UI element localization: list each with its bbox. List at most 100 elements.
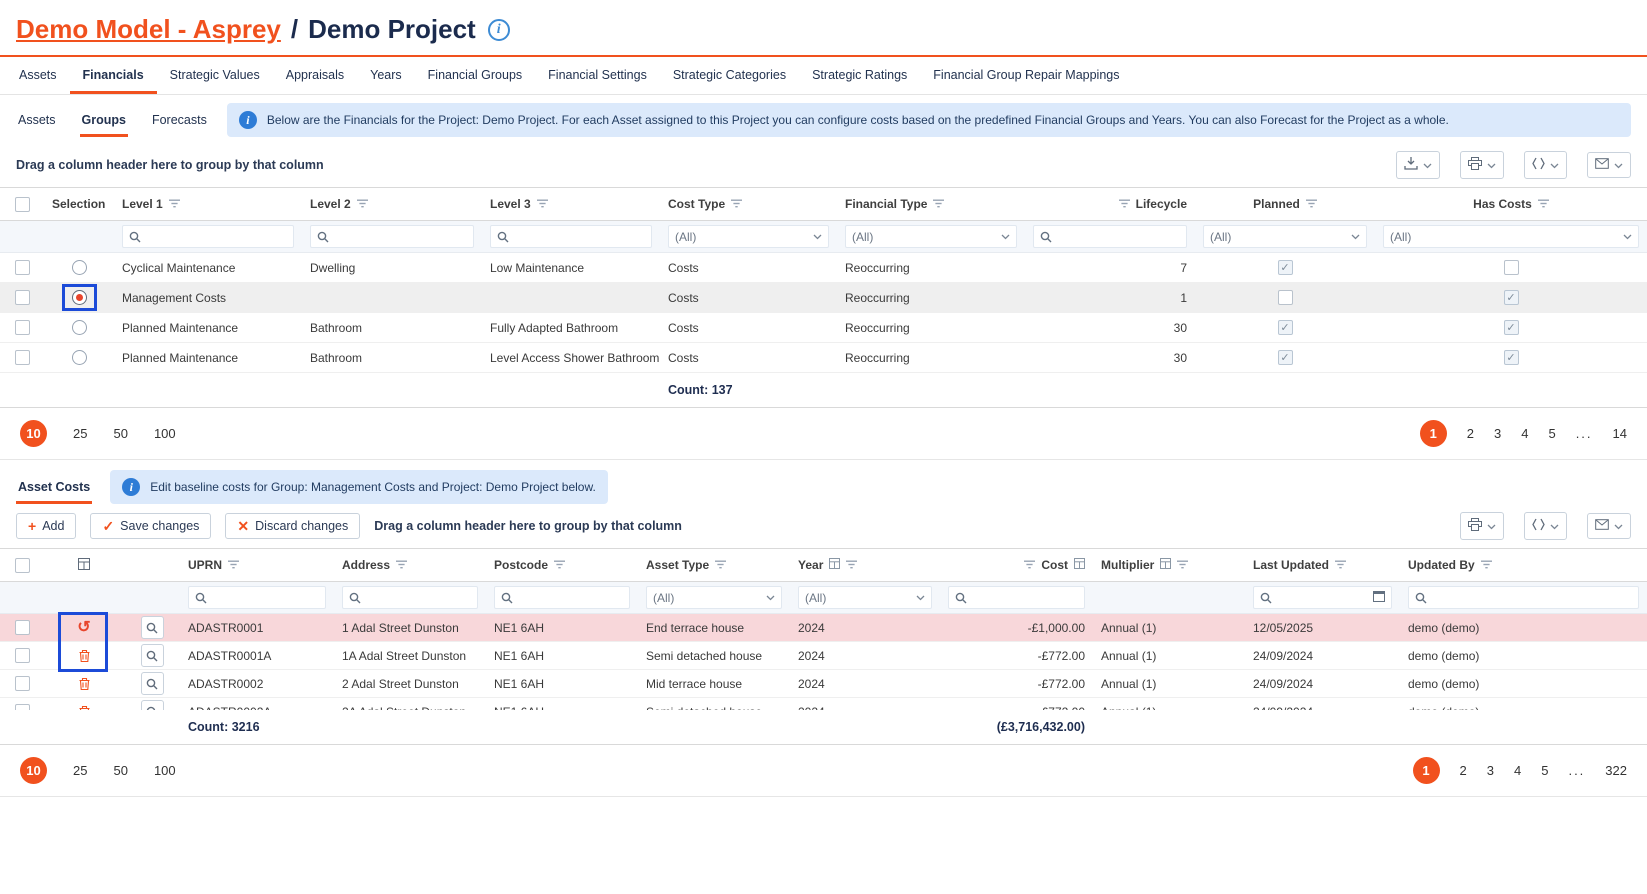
subtab-forecasts[interactable]: Forecasts <box>150 104 209 137</box>
filter-icon[interactable] <box>846 558 857 572</box>
tab-appraisals[interactable]: Appraisals <box>273 57 357 94</box>
asset-costs-row[interactable]: ↺ ADASTR0001 1 Adal Street Dunston NE1 6… <box>0 614 1647 642</box>
planned-filter-select[interactable]: (All) <box>1203 225 1367 248</box>
updated-by-filter-input[interactable] <box>1408 586 1639 609</box>
col-address[interactable]: Address <box>334 558 486 572</box>
tab-assets[interactable]: Assets <box>6 57 70 94</box>
tab-years[interactable]: Years <box>357 57 415 94</box>
cell-multiplier[interactable]: Annual (1) <box>1093 621 1245 635</box>
add-button[interactable]: + Add <box>16 513 76 539</box>
filter-icon[interactable] <box>731 197 742 211</box>
filter-icon[interactable] <box>396 558 407 572</box>
lifecycle-filter-input[interactable] <box>1033 225 1187 248</box>
undo-icon[interactable]: ↺ <box>77 620 90 636</box>
cell-cost[interactable]: -£772.00 <box>940 705 1093 711</box>
filter-icon[interactable] <box>1024 558 1035 572</box>
col-multiplier[interactable]: Multiplier <box>1093 558 1245 572</box>
export-button[interactable] <box>1396 151 1440 179</box>
view-asset-button[interactable] <box>141 672 164 695</box>
level2-filter-input[interactable] <box>310 225 474 248</box>
page-2[interactable]: 2 <box>1460 763 1467 778</box>
tab-financials[interactable]: Financials <box>70 57 157 94</box>
asset-type-filter-select[interactable]: (All) <box>646 586 782 609</box>
page-5[interactable]: 5 <box>1541 763 1548 778</box>
page-size-100[interactable]: 100 <box>154 763 176 778</box>
page-last[interactable]: 322 <box>1605 763 1627 778</box>
tab-asset-costs[interactable]: Asset Costs <box>16 471 92 504</box>
view-asset-button[interactable] <box>141 644 164 667</box>
page-5[interactable]: 5 <box>1548 426 1555 441</box>
calendar-icon[interactable] <box>1373 590 1385 605</box>
col-level2[interactable]: Level 2 <box>302 197 482 211</box>
page-1[interactable]: 1 <box>1420 420 1447 447</box>
asset-costs-row[interactable]: ADASTR0001A 1A Adal Street Dunston NE1 6… <box>0 642 1647 670</box>
col-asset-type[interactable]: Asset Type <box>638 558 790 572</box>
cell-cost[interactable]: -£772.00 <box>940 649 1093 663</box>
last-updated-filter-input[interactable] <box>1253 586 1392 609</box>
level1-filter-input[interactable] <box>122 225 294 248</box>
page-last[interactable]: 14 <box>1613 426 1627 441</box>
breadcrumb-model-link[interactable]: Demo Model - Asprey <box>16 14 281 45</box>
page-size-10[interactable]: 10 <box>20 757 47 784</box>
cost-filter-input[interactable] <box>948 586 1085 609</box>
page-4[interactable]: 4 <box>1514 763 1521 778</box>
tab-strategic-values[interactable]: Strategic Values <box>157 57 273 94</box>
filter-icon[interactable] <box>1538 197 1549 211</box>
col-financial-type[interactable]: Financial Type <box>837 197 1025 211</box>
page-size-10[interactable]: 10 <box>20 420 47 447</box>
page-size-25[interactable]: 25 <box>73 763 87 778</box>
select-all-checkbox[interactable] <box>15 558 30 573</box>
asset-costs-drag-hint[interactable]: Drag a column header here to group by th… <box>374 519 682 533</box>
tab-financial-group-repair-mappings[interactable]: Financial Group Repair Mappings <box>920 57 1132 94</box>
subtab-groups[interactable]: Groups <box>80 104 128 137</box>
filter-icon[interactable] <box>1481 558 1492 572</box>
col-has-costs[interactable]: Has Costs <box>1375 197 1647 211</box>
filter-icon[interactable] <box>1177 558 1188 572</box>
col-last-updated[interactable]: Last Updated <box>1245 558 1400 572</box>
groups-table-row[interactable]: Planned Maintenance Bathroom Fully Adapt… <box>0 313 1647 343</box>
filter-icon[interactable] <box>1119 197 1130 211</box>
cell-cost[interactable]: -£1,000.00 <box>940 621 1093 635</box>
filter-icon[interactable] <box>715 558 726 572</box>
col-uprn[interactable]: UPRN <box>180 558 334 572</box>
cell-cost[interactable]: -£772.00 <box>940 677 1093 691</box>
filter-icon[interactable] <box>169 197 180 211</box>
tab-financial-settings[interactable]: Financial Settings <box>535 57 660 94</box>
filter-icon[interactable] <box>1335 558 1346 572</box>
page-size-25[interactable]: 25 <box>73 426 87 441</box>
view-asset-button[interactable] <box>141 616 164 639</box>
delete-icon[interactable] <box>79 706 90 711</box>
col-updated-by[interactable]: Updated By <box>1400 558 1647 572</box>
subtab-assets[interactable]: Assets <box>16 104 58 137</box>
csv-export-button[interactable] <box>1524 512 1567 540</box>
col-planned[interactable]: Planned <box>1195 197 1375 211</box>
row-checkbox[interactable] <box>15 648 30 663</box>
page-2[interactable]: 2 <box>1467 426 1474 441</box>
print-button[interactable] <box>1460 151 1504 179</box>
filter-icon[interactable] <box>554 558 565 572</box>
delete-icon[interactable] <box>79 650 90 662</box>
tab-financial-groups[interactable]: Financial Groups <box>415 57 536 94</box>
selection-radio[interactable] <box>72 350 87 365</box>
tab-strategic-ratings[interactable]: Strategic Ratings <box>799 57 920 94</box>
col-level1[interactable]: Level 1 <box>114 197 302 211</box>
page-size-50[interactable]: 50 <box>113 426 127 441</box>
discard-changes-button[interactable]: ✕ Discard changes <box>225 513 360 539</box>
groups-table-row[interactable]: Planned Maintenance Bathroom Level Acces… <box>0 343 1647 373</box>
asset-costs-row[interactable]: ADASTR0002 2 Adal Street Dunston NE1 6AH… <box>0 670 1647 698</box>
print-button[interactable] <box>1460 512 1504 540</box>
col-cost[interactable]: Cost <box>940 558 1093 572</box>
filter-icon[interactable] <box>933 197 944 211</box>
page-4[interactable]: 4 <box>1521 426 1528 441</box>
postcode-filter-input[interactable] <box>494 586 630 609</box>
mail-export-button[interactable] <box>1587 152 1631 178</box>
col-year[interactable]: Year <box>790 558 940 572</box>
filter-icon[interactable] <box>228 558 239 572</box>
cost-type-filter-select[interactable]: (All) <box>668 225 829 248</box>
col-postcode[interactable]: Postcode <box>486 558 638 572</box>
financial-type-filter-select[interactable]: (All) <box>845 225 1017 248</box>
col-level3[interactable]: Level 3 <box>482 197 660 211</box>
uprn-filter-input[interactable] <box>188 586 326 609</box>
row-checkbox[interactable] <box>15 290 30 305</box>
filter-icon[interactable] <box>537 197 548 211</box>
